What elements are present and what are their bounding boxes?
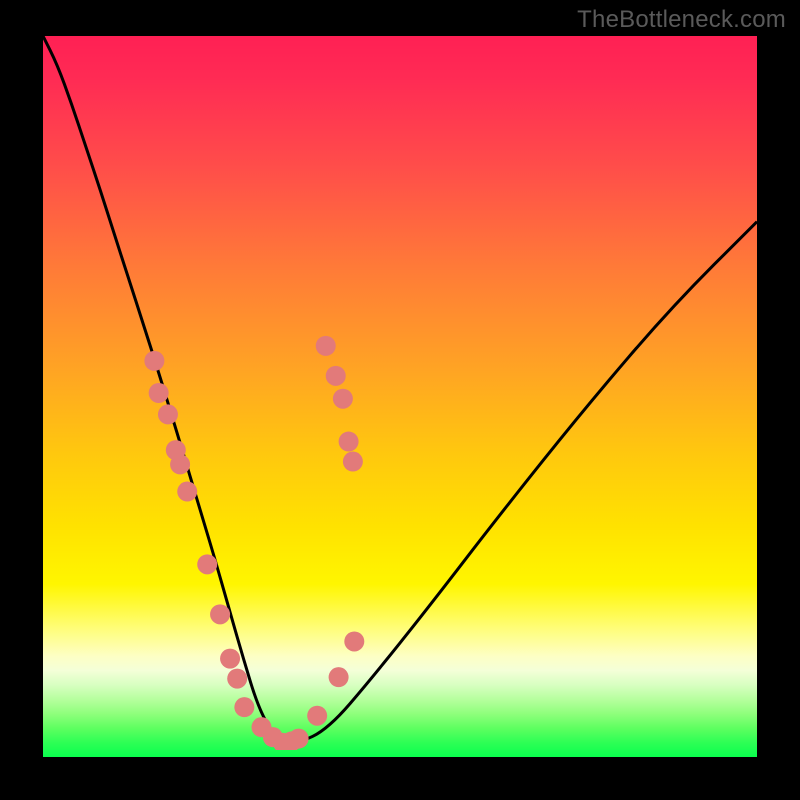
data-marker bbox=[177, 482, 197, 502]
data-marker bbox=[307, 706, 327, 726]
data-marker bbox=[343, 452, 363, 472]
data-marker bbox=[333, 389, 353, 409]
bottleneck-curve bbox=[43, 36, 757, 750]
data-marker bbox=[220, 649, 240, 669]
data-marker bbox=[289, 729, 309, 749]
data-marker bbox=[170, 454, 190, 474]
watermark-text: TheBottleneck.com bbox=[577, 6, 786, 34]
data-marker bbox=[158, 404, 178, 424]
data-marker bbox=[144, 351, 164, 371]
data-marker bbox=[210, 604, 230, 624]
data-marker bbox=[234, 697, 254, 717]
data-marker bbox=[227, 669, 247, 689]
data-marker bbox=[344, 631, 364, 651]
data-marker bbox=[339, 432, 359, 452]
data-marker bbox=[326, 366, 346, 386]
data-marker bbox=[197, 554, 217, 574]
data-marker bbox=[316, 336, 336, 356]
data-marker bbox=[329, 667, 349, 687]
chart-frame: TheBottleneck.com bbox=[0, 0, 800, 800]
plot-area bbox=[43, 36, 757, 757]
data-marker bbox=[149, 383, 169, 403]
